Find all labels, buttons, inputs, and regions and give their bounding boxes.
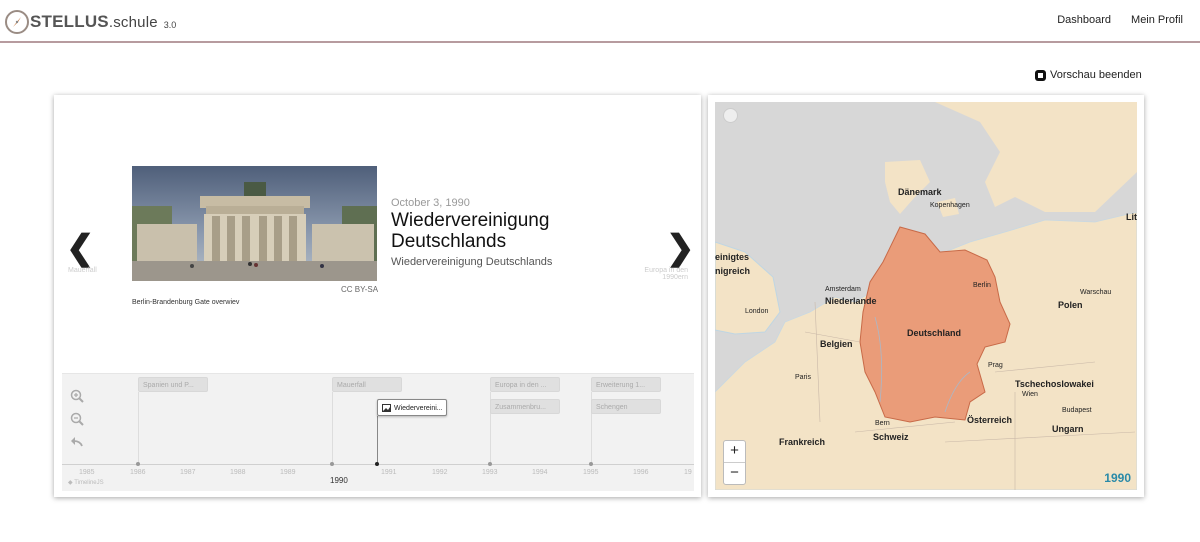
stellus-logo[interactable]: STELLUS.schule 3.0 [5,8,176,36]
timelinejs-label: TimelineJS [74,480,104,486]
timelinejs-attribution[interactable]: ◆ TimelineJS [68,479,104,486]
map-label: Paris [795,374,811,381]
map-label: Niederlande [825,296,877,306]
map-label: Dänemark [898,187,942,197]
slide-subtitle: Wiedervereinigung Deutschlands [391,256,553,268]
logo-brand: STELLUS [30,12,109,31]
map-label: Berlin [973,282,991,289]
year-tick: 1991 [381,469,397,476]
logo-domain: .schule [108,14,158,31]
year-tick: 1994 [532,469,548,476]
image-caption: Berlin-Brandenburg Gate overwiev [132,299,240,306]
timeline-marker[interactable]: Erweiterung 1... [591,377,661,392]
timeline-marker[interactable]: Zusammenbru... [490,399,560,414]
map-label: Bern [875,420,890,427]
event-dot [136,462,140,466]
nav-dashboard[interactable]: Dashboard [1057,14,1111,26]
year-tick: 1986 [130,469,146,476]
year-tick: 1996 [633,469,649,476]
map-zoom-control: + − [723,440,746,485]
year-tick: 1992 [432,469,448,476]
map-label: Österreich [967,415,1013,425]
marker-line-active [377,416,378,464]
map-label: Kopenhagen [930,202,970,209]
event-dot-active [375,462,379,466]
map-view[interactable]: Dänemark Kopenhagen einigtes nigreich Am… [715,102,1137,490]
map-label: Tschechoslowakei [1015,379,1094,389]
map-zoom-out-button[interactable]: − [724,462,745,484]
map-panel: Dänemark Kopenhagen einigtes nigreich Am… [708,95,1144,497]
year-tick: 1995 [583,469,599,476]
next-slide-button[interactable]: ❯ [666,231,695,265]
year-tick: 1987 [180,469,196,476]
next-slide-label: Europa in den 1990ern [644,267,688,281]
map-label: Wien [1022,391,1038,398]
compass-icon [5,10,29,34]
map-label: Ungarn [1052,424,1084,434]
map-label: Budapest [1062,407,1092,414]
timeline-marker[interactable]: Mauerfall [332,377,402,392]
end-preview-label: Vorschau beenden [1050,69,1142,81]
brandenburg-gate-image [132,166,377,281]
map-label: Amsterdam [825,286,861,293]
map-label: Warschau [1080,289,1112,296]
map-label: Schweiz [873,432,909,442]
back-to-start-icon[interactable] [70,434,84,448]
marker-line [332,392,333,464]
year-tick: 19 [684,469,692,476]
prev-slide-label: Mauerfall [68,267,97,274]
timeline-marker-active-label: Wiedervereini... [394,405,443,412]
year-tick: 1993 [482,469,498,476]
year-tick-current: 1990 [330,476,348,485]
timeline-marker[interactable]: Europa in den ... [490,377,560,392]
map-logo-icon [723,108,738,123]
image-icon [382,404,391,412]
year-tick: 1988 [230,469,246,476]
slide-title: Wiedervereinigung Deutschlands [391,210,550,252]
timeline-navigator[interactable]: Spanien und P... Mauerfall Wiedervereini… [62,373,694,491]
stop-icon [1035,69,1046,81]
main-nav: Dashboard Mein Profil [1057,14,1183,26]
map-label: London [745,308,769,315]
image-credit: CC BY-SA [341,285,379,294]
nav-profile[interactable]: Mein Profil [1131,14,1183,26]
map-label: Frankreich [779,437,826,447]
map-label: Polen [1058,300,1083,310]
map-zoom-in-button[interactable]: + [724,441,745,462]
map-label: Deutschland [907,328,962,338]
map-label: einigtes [715,252,750,262]
logo-version: 3.0 [163,19,177,30]
map-year-label: 1990 [1104,471,1131,485]
slide-date: October 3, 1990 [391,197,470,209]
marker-line [138,392,139,464]
prev-slide-button[interactable]: ❮ [66,231,95,265]
map-label: Lit [1126,212,1137,222]
timeline-marker[interactable]: Spanien und P... [138,377,208,392]
event-dot [330,462,334,466]
logo-text: STELLUS.schule [30,12,158,32]
year-tick: 1989 [280,469,296,476]
map-label: Belgien [820,339,853,349]
year-tick: 1985 [79,469,95,476]
event-dot [488,462,492,466]
map-label: Prag [988,362,1003,369]
timeline-marker-active[interactable]: Wiedervereini... [377,399,447,416]
timeline-marker[interactable]: Schengen [591,399,661,414]
map-label: nigreich [715,266,751,276]
event-dot [589,462,593,466]
end-preview-button[interactable]: Vorschau beenden [1035,69,1142,81]
timeline-panel: ❮ Mauerfall ❯ Europa in den 1990ern CC B… [54,95,701,497]
zoom-in-icon[interactable] [70,389,84,403]
zoom-out-icon[interactable] [70,412,84,426]
top-header: STELLUS.schule 3.0 Dashboard Mein Profil [0,0,1200,43]
